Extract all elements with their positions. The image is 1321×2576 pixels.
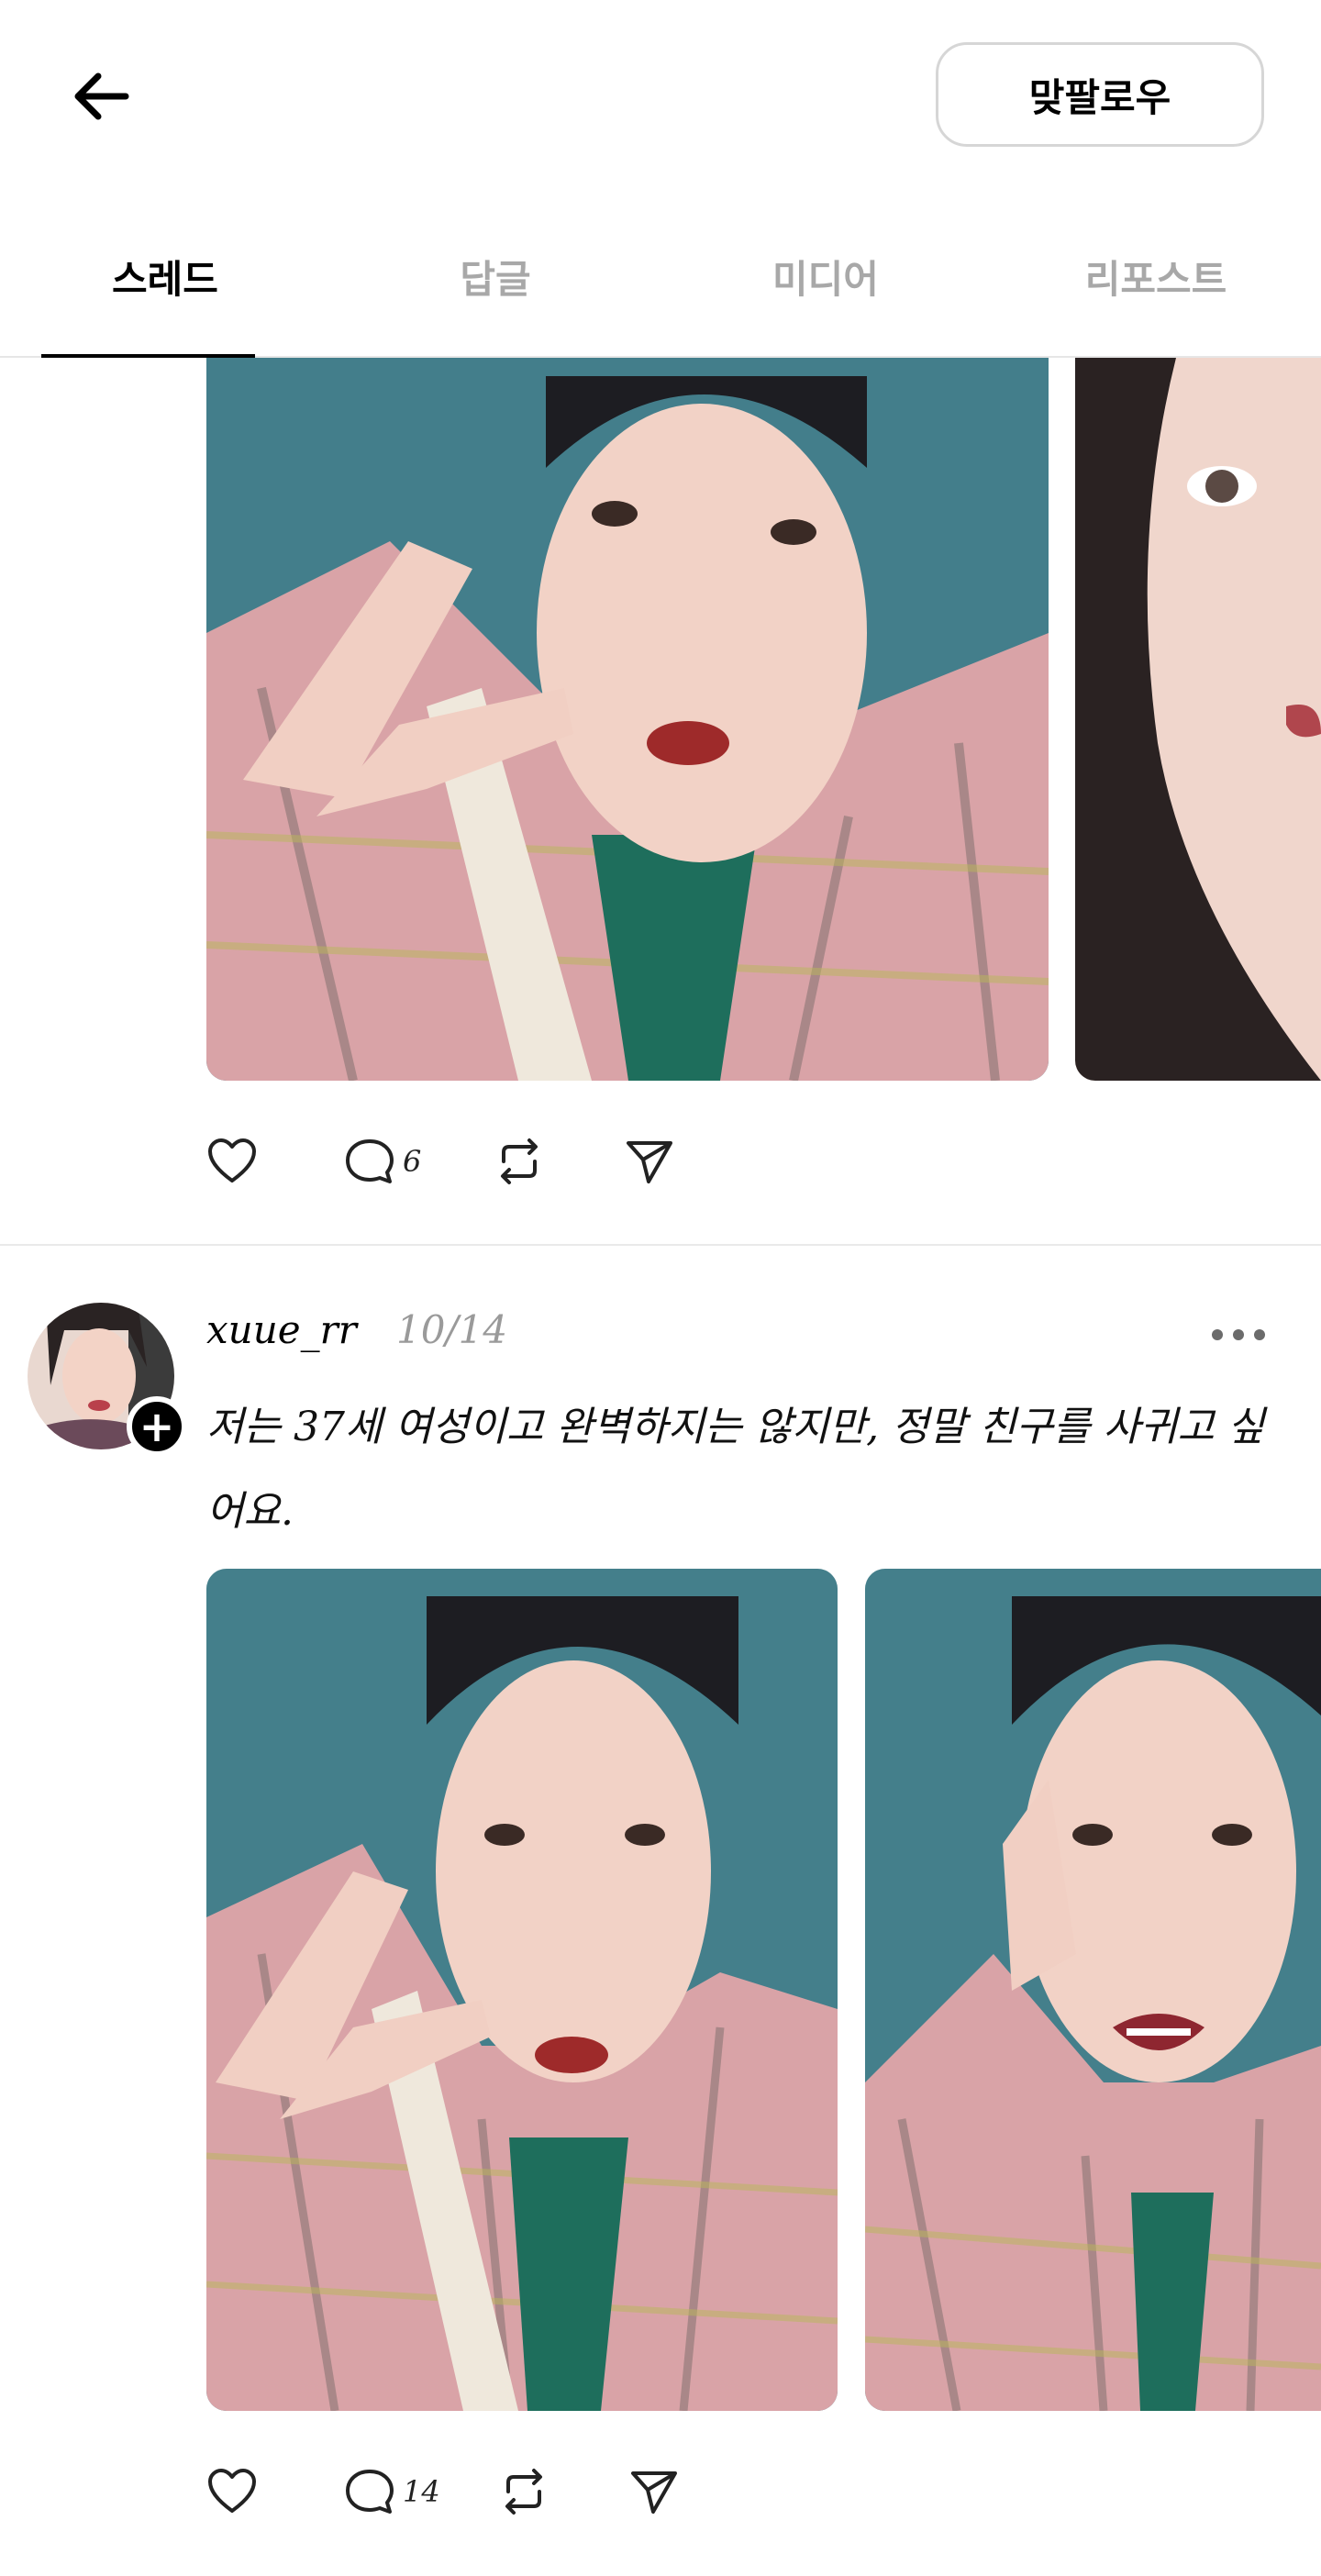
follow-back-button[interactable]: 맞팔로우 [936,42,1264,147]
plus-icon: + [139,1402,175,1451]
post2-comment-button[interactable]: 14 [344,2468,440,2515]
comment-icon [346,2470,394,2514]
heart-icon [208,1138,256,1183]
post-divider [0,1244,1321,1246]
post1-comment-button[interactable]: 6 [344,1138,421,1185]
post1-send-button[interactable] [625,1138,674,1185]
tab-media[interactable]: 미디어 [660,197,991,356]
back-button[interactable] [64,64,138,128]
post1-repost-button[interactable] [494,1138,544,1185]
post2-photo-1[interactable] [206,1569,838,2411]
more-horizontal-icon [1212,1329,1265,1340]
repost-icon [505,2469,542,2515]
post1-like-button[interactable] [206,1138,258,1185]
heart-icon [208,2469,256,2513]
post2-photo-2[interactable] [865,1569,1321,2411]
comment-icon [346,1139,394,1183]
post1-photo-2[interactable] [1075,358,1321,1081]
post2-more-button[interactable] [1202,1312,1275,1358]
post2-username[interactable]: xuue_rr [206,1307,357,1352]
profile-tabs: 스레드 답글 미디어 리포스트 [0,197,1321,358]
arrow-left-icon [74,72,129,120]
post2-date: 10/14 [396,1307,508,1352]
follow-plus-badge[interactable]: + [127,1396,187,1457]
repost-icon [501,1138,538,1184]
post2-like-button[interactable] [206,2468,258,2515]
post2-text: 저는 37세 여성이고 완벽하지는 않지만, 정말 친구를 사귀고 싶어요. [206,1404,1265,1535]
post1-photo-1[interactable] [206,358,1049,1081]
post2-repost-button[interactable] [499,2468,549,2515]
tab-threads[interactable]: 스레드 [0,197,330,358]
post1-actions: 6 [206,1138,718,1185]
post2-send-button[interactable] [629,2468,679,2515]
post2-comment-count: 14 [403,2474,440,2509]
post2-actions: 14 [206,2468,723,2515]
tab-replies[interactable]: 답글 [330,197,660,356]
tab-reposts[interactable]: 리포스트 [991,197,1321,356]
send-icon [630,2471,677,2514]
send-icon [627,1141,673,1183]
top-bar: 맞팔로우 [0,0,1321,197]
post1-comment-count: 6 [403,1144,422,1179]
